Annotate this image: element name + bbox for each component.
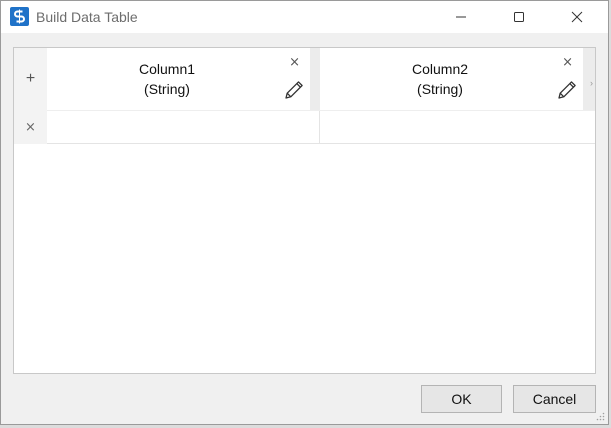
delete-column-button[interactable]: × <box>562 55 573 70</box>
s-logo-icon <box>10 7 29 26</box>
column-type: (String) <box>417 81 463 97</box>
column-header-column2[interactable]: Column2 (String) × <box>320 48 583 110</box>
data-table-grid: + × Column1 (String) × Column2 (String) … <box>13 47 596 374</box>
delete-row-button[interactable]: × <box>14 110 47 144</box>
delete-column-button[interactable]: × <box>289 55 300 70</box>
add-row-button[interactable]: + <box>14 48 47 110</box>
column-name: Column2 <box>411 61 469 77</box>
table-cell[interactable] <box>320 111 595 144</box>
column-type: (String) <box>144 81 190 97</box>
table-row <box>47 110 595 144</box>
column-name: Column1 <box>138 61 196 77</box>
cancel-button[interactable]: Cancel <box>513 385 596 413</box>
close-icon <box>571 11 583 23</box>
window-title: Build Data Table <box>36 9 138 25</box>
minimize-icon <box>456 16 466 18</box>
column-separator <box>310 48 320 110</box>
ok-button[interactable]: OK <box>421 385 502 413</box>
minimize-button[interactable] <box>438 1 484 33</box>
resize-grip-icon[interactable] <box>595 411 605 421</box>
scroll-right-indicator[interactable]: › <box>590 78 593 88</box>
table-cell[interactable] <box>47 111 320 144</box>
row-header-column: + × <box>14 48 47 144</box>
build-data-table-dialog: Build Data Table + × Column1 (String) × … <box>0 0 609 425</box>
maximize-icon <box>514 12 524 22</box>
title-bar[interactable]: Build Data Table <box>1 1 608 33</box>
maximize-button[interactable] <box>496 1 542 33</box>
pencil-icon[interactable] <box>555 78 579 102</box>
close-button[interactable] <box>554 1 600 33</box>
pencil-icon[interactable] <box>282 78 306 102</box>
column-header-column1[interactable]: Column1 (String) × <box>47 48 310 110</box>
